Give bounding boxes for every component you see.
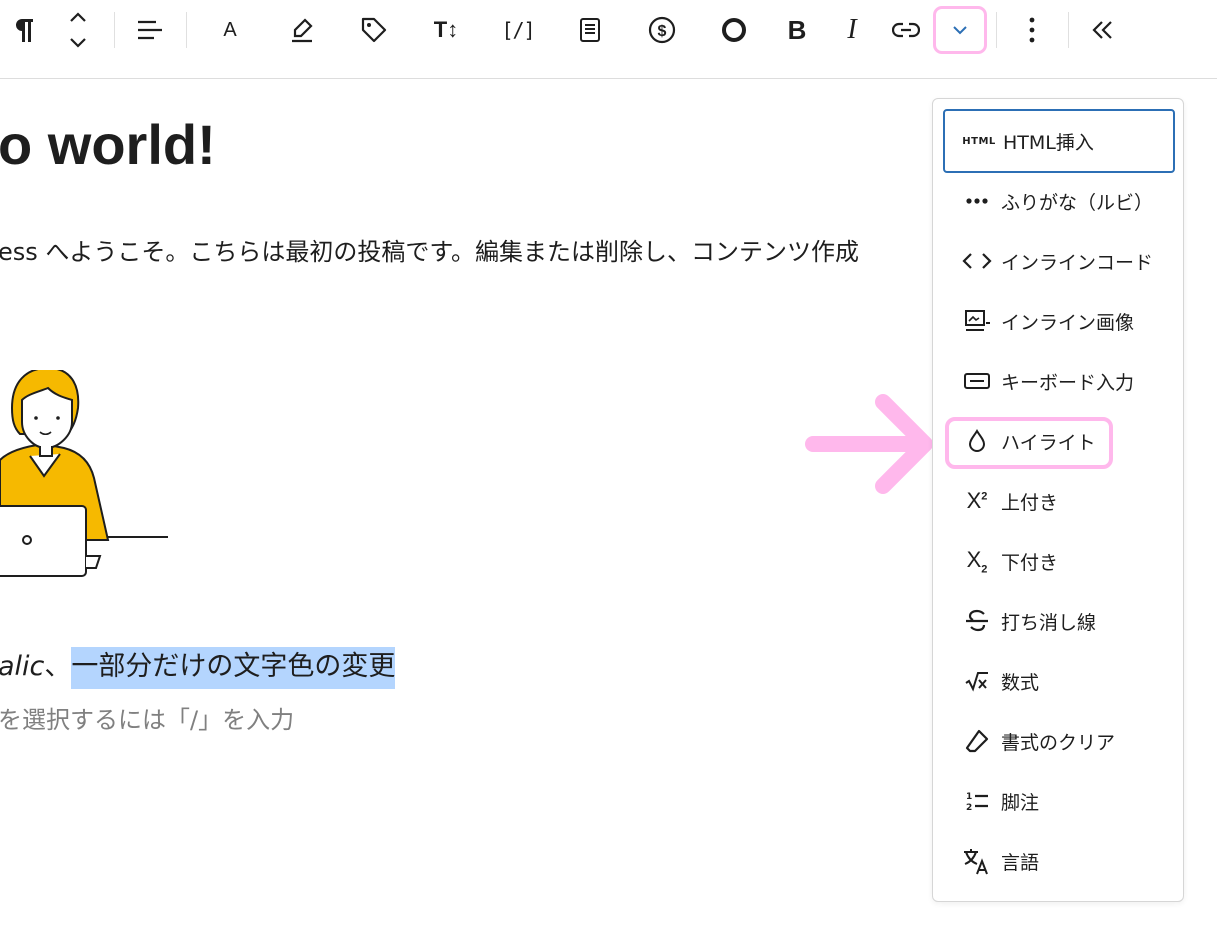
italic-text: alic bbox=[0, 651, 45, 682]
more-vertical-icon bbox=[1028, 16, 1036, 44]
circle-icon bbox=[721, 17, 747, 43]
rich-text-dropdown-menu: HTML HTML挿入 ふりがな（ルビ） インラインコード インライン画像 キー… bbox=[932, 98, 1184, 902]
text-color-button[interactable]: A bbox=[208, 10, 252, 50]
menu-item-label: ふりがな（ルビ） bbox=[1001, 191, 1154, 214]
shortcode-icon: [/] bbox=[501, 18, 535, 42]
svg-text:1: 1 bbox=[966, 792, 972, 802]
menu-item-ruby[interactable]: ふりがな（ルビ） bbox=[943, 171, 1175, 231]
toolbar-divider bbox=[996, 12, 997, 48]
bold-icon: B bbox=[787, 14, 807, 45]
document-button[interactable] bbox=[568, 10, 612, 50]
dollar-circle-icon: $ bbox=[648, 16, 676, 44]
menu-item-language[interactable]: 言語 bbox=[943, 831, 1175, 891]
document-icon bbox=[578, 17, 602, 43]
tag-icon bbox=[360, 16, 388, 44]
menu-item-strikethrough[interactable]: 打ち消し線 bbox=[943, 591, 1175, 651]
subscript-icon: X2 bbox=[966, 546, 988, 576]
toolbar-divider bbox=[186, 12, 187, 48]
menu-item-keyboard[interactable]: キーボード入力 bbox=[943, 351, 1175, 411]
illustration-image bbox=[0, 366, 180, 589]
paragraph-block[interactable]: ess へようこそ。こちらは最初の投稿です。編集または削除し、コンテンツ作成 bbox=[0, 232, 859, 267]
svg-text:$: $ bbox=[658, 23, 667, 40]
paragraph-button[interactable] bbox=[2, 10, 46, 50]
tag-button[interactable] bbox=[352, 10, 396, 50]
menu-item-clear-format[interactable]: 書式のクリア bbox=[943, 711, 1175, 771]
circle-button[interactable] bbox=[712, 10, 756, 50]
image-icon bbox=[961, 305, 993, 337]
font-size-button[interactable]: T↕ bbox=[424, 10, 468, 50]
menu-item-label: インライン画像 bbox=[1001, 311, 1135, 334]
link-icon bbox=[892, 20, 920, 40]
text-size-icon: T↕ bbox=[433, 17, 459, 42]
pilcrow-icon bbox=[12, 16, 36, 44]
shortcode-button[interactable]: [/] bbox=[496, 10, 540, 50]
link-button[interactable] bbox=[884, 10, 928, 50]
menu-item-label: 数式 bbox=[1001, 671, 1040, 694]
dollar-button[interactable]: $ bbox=[640, 10, 684, 50]
code-icon bbox=[961, 245, 993, 277]
toolbar-divider bbox=[114, 12, 115, 48]
eraser-icon bbox=[961, 725, 993, 757]
menu-item-inline-image[interactable]: インライン画像 bbox=[943, 291, 1175, 351]
svg-text:2: 2 bbox=[966, 803, 972, 812]
more-horizontal-icon bbox=[961, 185, 993, 217]
block-placeholder[interactable]: を選択するには「/」を入力 bbox=[0, 700, 294, 735]
menu-item-label: 上付き bbox=[1001, 491, 1059, 514]
strikethrough-icon bbox=[961, 605, 993, 637]
menu-item-label: 書式のクリア bbox=[1001, 731, 1116, 754]
menu-item-inline-code[interactable]: インラインコード bbox=[943, 231, 1175, 291]
menu-item-subscript[interactable]: X2 下付き bbox=[943, 531, 1175, 591]
menu-item-label: 下付き bbox=[1001, 551, 1059, 574]
menu-item-label: 脚注 bbox=[1001, 791, 1040, 814]
comma-text: 、 bbox=[44, 651, 72, 682]
menu-item-label: 言語 bbox=[1001, 851, 1040, 874]
align-left-icon bbox=[136, 18, 164, 42]
menu-item-label: キーボード入力 bbox=[1001, 371, 1135, 394]
paragraph-block-formatted[interactable]: alic、一部分だけの文字色の変更 bbox=[0, 644, 396, 689]
post-title[interactable]: o world! bbox=[0, 112, 216, 177]
options-button[interactable] bbox=[1010, 10, 1054, 50]
menu-item-label: 打ち消し線 bbox=[1001, 611, 1097, 634]
move-button[interactable] bbox=[56, 10, 100, 50]
translate-icon bbox=[961, 845, 993, 877]
chevron-down-icon bbox=[950, 23, 970, 37]
menu-item-footnote[interactable]: 12 脚注 bbox=[943, 771, 1175, 831]
italic-icon: I bbox=[847, 14, 857, 45]
menu-item-html[interactable]: HTML HTML挿入 bbox=[943, 109, 1175, 173]
highlighter-icon bbox=[289, 17, 315, 43]
html-icon: HTML bbox=[962, 135, 996, 147]
menu-item-math[interactable]: 数式 bbox=[943, 651, 1175, 711]
chevron-up-down-icon bbox=[66, 10, 90, 50]
align-button[interactable] bbox=[128, 10, 172, 50]
chevrons-left-icon bbox=[1091, 19, 1115, 41]
italic-button[interactable]: I bbox=[830, 10, 874, 50]
letter-a-icon: A bbox=[223, 18, 237, 41]
annotation-arrow bbox=[805, 392, 945, 500]
block-toolbar: A T↕ [/] $ B I bbox=[0, 0, 1217, 79]
superscript-icon: X2 bbox=[966, 488, 988, 513]
selected-text[interactable]: 一部分だけの文字色の変更 bbox=[71, 647, 396, 689]
footnote-icon: 12 bbox=[961, 785, 993, 817]
keyboard-icon bbox=[961, 365, 993, 397]
annotation-highlight-box bbox=[945, 417, 1113, 469]
more-rich-text-button[interactable] bbox=[933, 6, 987, 54]
toolbar-divider bbox=[1068, 12, 1069, 48]
bold-button[interactable]: B bbox=[775, 10, 819, 50]
math-icon bbox=[961, 665, 993, 697]
collapse-toolbar-button[interactable] bbox=[1081, 10, 1125, 50]
marker-button[interactable] bbox=[280, 10, 324, 50]
menu-item-label: HTML挿入 bbox=[1003, 131, 1094, 154]
menu-item-label: インラインコード bbox=[1001, 251, 1154, 274]
menu-item-superscript[interactable]: X2 上付き bbox=[943, 471, 1175, 531]
